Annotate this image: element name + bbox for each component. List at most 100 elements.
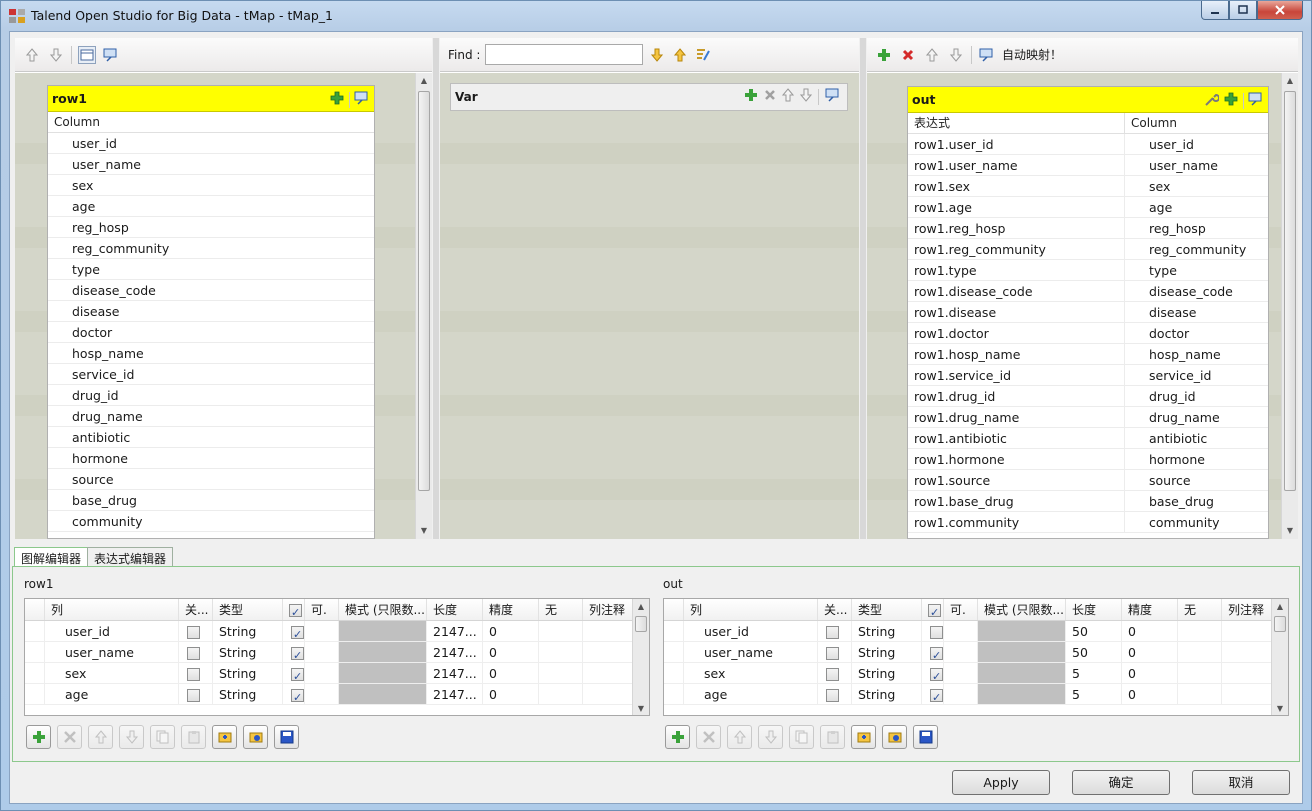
minimize-outputs-icon[interactable] (978, 46, 996, 64)
input-column-row[interactable]: disease_code (48, 280, 374, 301)
output-expression-cell[interactable]: row1.age (908, 197, 1125, 217)
grid-column-header[interactable]: 无 (539, 599, 583, 620)
schema-precision-cell[interactable]: 0 (1122, 642, 1178, 662)
output-column-row[interactable]: row1.sex sex (908, 176, 1268, 197)
schema-key-cell[interactable] (818, 684, 852, 704)
schema-nullable-cell[interactable] (283, 684, 305, 704)
grid-column-header[interactable]: 类型 (213, 599, 283, 620)
output-expression-cell[interactable]: row1.hormone (908, 449, 1125, 469)
input-column-row[interactable]: service_id (48, 364, 374, 385)
input-scrollbar[interactable]: ▲ ▼ (415, 73, 432, 539)
grid-column-header[interactable]: 类型 (852, 599, 922, 620)
grid-column-header[interactable] (922, 599, 944, 620)
schema-type-cell[interactable]: String (852, 663, 922, 683)
grid-column-header[interactable]: 列 (45, 599, 179, 620)
input-column-row[interactable]: user_name (48, 154, 374, 175)
move-up-button[interactable] (727, 725, 752, 749)
grid-column-header[interactable] (283, 599, 305, 620)
import-schema-button[interactable] (851, 725, 876, 749)
output-column-row[interactable]: row1.hosp_name hosp_name (908, 344, 1268, 365)
output-expression-cell[interactable]: row1.sex (908, 176, 1125, 196)
schema-spacer-cell[interactable] (944, 621, 978, 641)
schema-nullable-cell[interactable] (283, 642, 305, 662)
key-checkbox[interactable] (826, 626, 839, 639)
schema-row[interactable]: age String 2147...0 (25, 684, 649, 705)
schema-name-cell[interactable]: user_name (45, 642, 179, 662)
schema-row[interactable]: user_name String 2147...0 (25, 642, 649, 663)
ok-button[interactable]: 确定 (1072, 770, 1170, 795)
export-schema-button[interactable] (243, 725, 268, 749)
nullable-all-checkbox[interactable] (289, 602, 302, 620)
output-column-row[interactable]: row1.disease_code disease_code (908, 281, 1268, 302)
schema-precision-cell[interactable]: 0 (1122, 621, 1178, 641)
scroll-up-arrow-icon[interactable]: ▲ (633, 599, 649, 615)
schema-type-cell[interactable]: String (213, 684, 283, 704)
grid-column-header[interactable]: 精度 (483, 599, 539, 620)
schema-nullable-cell[interactable] (922, 621, 944, 641)
output-column-row[interactable]: row1.community community (908, 512, 1268, 533)
grid-column-header[interactable]: 关... (818, 599, 852, 620)
output-expression-cell[interactable]: row1.base_drug (908, 491, 1125, 511)
output-expression-cell[interactable]: row1.antibiotic (908, 428, 1125, 448)
input-column-row[interactable]: hosp_name (48, 343, 374, 364)
var-up-icon[interactable] (781, 88, 795, 105)
schema-default-cell[interactable] (539, 684, 583, 704)
schema-row[interactable]: user_name String 500 (664, 642, 1288, 663)
output-column-row[interactable]: row1.user_name user_name (908, 155, 1268, 176)
input-scroll-thumb[interactable] (418, 91, 430, 491)
schema-row[interactable]: sex String 2147...0 (25, 663, 649, 684)
schema-pattern-cell[interactable] (339, 621, 427, 641)
add-column-button[interactable] (26, 725, 51, 749)
output-up-icon[interactable] (923, 46, 941, 64)
schema-nullable-cell[interactable] (922, 684, 944, 704)
nullable-checkbox[interactable] (930, 687, 943, 704)
output-expression-cell[interactable]: row1.user_name (908, 155, 1125, 175)
output-expression-cell[interactable]: row1.type (908, 260, 1125, 280)
output-expression-cell[interactable]: row1.disease (908, 302, 1125, 322)
minimize-out-table-icon[interactable] (1248, 92, 1264, 109)
schema-pattern-cell[interactable] (339, 663, 427, 683)
key-checkbox[interactable] (826, 689, 839, 702)
output-expression-cell[interactable]: row1.drug_id (908, 386, 1125, 406)
grid-column-header[interactable]: 关... (179, 599, 213, 620)
output-column-row[interactable]: row1.disease disease (908, 302, 1268, 323)
tab-schema-editor[interactable]: 图解编辑器 (14, 547, 89, 567)
output-expression-cell[interactable]: row1.reg_community (908, 239, 1125, 259)
maximize-button[interactable] (1229, 1, 1257, 20)
output-expression-cell[interactable]: row1.user_id (908, 134, 1125, 154)
schema-row[interactable]: sex String 50 (664, 663, 1288, 684)
schema-row[interactable]: user_id String 50 0 (664, 621, 1288, 642)
schema-name-cell[interactable]: user_id (45, 621, 179, 641)
key-checkbox[interactable] (187, 626, 200, 639)
input-column-row[interactable]: source (48, 469, 374, 490)
save-schema-button[interactable] (913, 725, 938, 749)
add-filter-icon[interactable] (1223, 91, 1239, 110)
scroll-down-arrow-icon[interactable]: ▼ (1282, 523, 1298, 539)
nullable-checkbox[interactable] (930, 666, 943, 683)
output-scrollbar[interactable]: ▲ ▼ (1281, 73, 1298, 539)
key-checkbox[interactable] (187, 668, 200, 681)
scroll-up-arrow-icon[interactable]: ▲ (1272, 599, 1288, 615)
schema-spacer-cell[interactable] (305, 663, 339, 683)
minimize-tables-icon[interactable] (102, 46, 120, 64)
output-scroll-thumb[interactable] (1284, 91, 1296, 491)
schema-name-cell[interactable]: age (45, 684, 179, 704)
output-down-icon[interactable] (947, 46, 965, 64)
move-down-icon[interactable] (47, 46, 65, 64)
apply-button[interactable]: Apply (952, 770, 1050, 795)
schema-spacer-cell[interactable] (944, 663, 978, 683)
grid-column-header[interactable]: 模式 (只限数... (339, 599, 427, 620)
schema-length-cell[interactable]: 2147... (427, 663, 483, 683)
output-expression-cell[interactable]: row1.community (908, 512, 1125, 532)
title-bar[interactable]: Talend Open Studio for Big Data - tMap -… (1, 1, 1311, 31)
add-column-button[interactable] (665, 725, 690, 749)
schema-default-cell[interactable] (1178, 663, 1222, 683)
remove-output-icon[interactable] (899, 46, 917, 64)
nullable-checkbox[interactable] (930, 626, 943, 639)
schema-precision-cell[interactable]: 0 (483, 684, 539, 704)
input-column-row[interactable]: type (48, 259, 374, 280)
tab-expression-editor[interactable]: 表达式编辑器 (87, 547, 174, 567)
output-expression-cell[interactable]: row1.reg_hosp (908, 218, 1125, 238)
schema-pattern-cell[interactable] (339, 642, 427, 662)
schema-key-cell[interactable] (818, 642, 852, 662)
